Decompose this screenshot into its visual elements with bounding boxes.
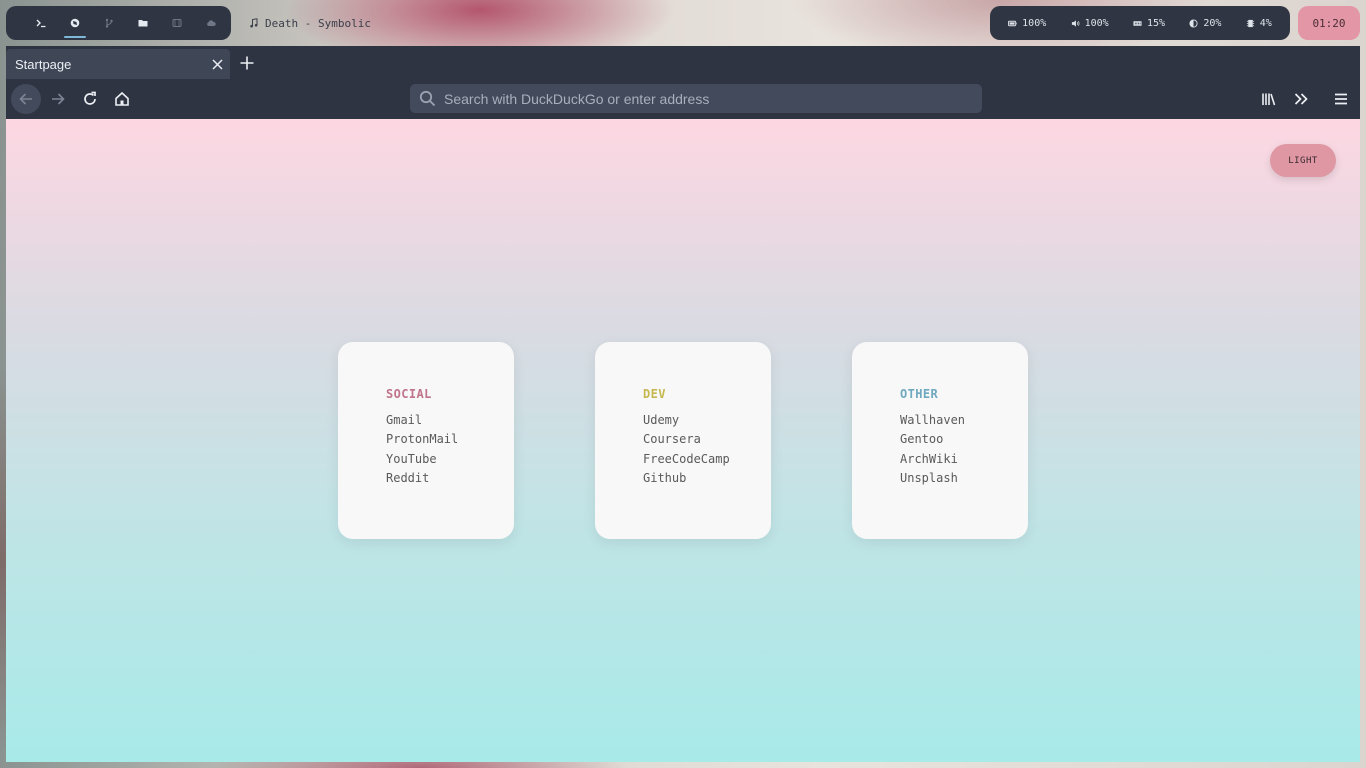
clock[interactable]: 01:20 [1298,6,1360,40]
chevron-double-right-icon [1294,93,1308,105]
startpage: LIGHT SOCIAL Gmail ProtonMail YouTube Re… [6,119,1360,762]
close-icon [211,58,223,70]
battery-value: 100% [1022,17,1047,29]
film-icon [172,19,182,27]
workspace-bar [6,6,231,40]
memory-status[interactable]: 15% [1133,18,1165,29]
workspace-browser[interactable] [58,6,92,40]
arrow-left-icon [19,93,32,105]
now-playing: Death - Symbolic [250,6,371,40]
memory-icon [1133,20,1142,26]
card-social: SOCIAL Gmail ProtonMail YouTube Reddit [338,342,514,539]
tab-title: Startpage [15,56,72,72]
cpu-icon [1246,19,1254,27]
terminal-icon [36,19,46,28]
brightness-status[interactable]: 20% [1189,18,1221,29]
git-branch-icon [105,18,113,28]
library-icon [1262,93,1276,106]
link-coursera[interactable]: Coursera [643,430,771,449]
link-archwiki[interactable]: ArchWiki [900,450,1028,469]
brightness-value: 20% [1203,17,1222,29]
link-gentoo[interactable]: Gentoo [900,430,1028,449]
card-title: OTHER [900,387,939,401]
url-input[interactable] [444,90,964,107]
card-title: DEV [643,387,666,401]
battery-icon [1008,20,1017,26]
volume-value: 100% [1084,17,1109,29]
link-gmail[interactable]: Gmail [386,411,514,430]
search-icon [419,90,436,107]
workspace-terminal[interactable] [24,6,58,40]
link-wallhaven[interactable]: Wallhaven [900,411,1028,430]
cloud-icon [207,20,216,26]
link-unsplash[interactable]: Unsplash [900,469,1028,488]
link-udemy[interactable]: Udemy [643,411,771,430]
home-icon [115,91,129,106]
tab-strip: Startpage [6,46,1360,79]
card-title: SOCIAL [386,387,432,401]
plus-icon [240,56,254,70]
card-other: OTHER Wallhaven Gentoo ArchWiki Unsplash [852,342,1028,539]
music-note-icon [250,18,258,28]
now-playing-text: Death - Symbolic [265,16,371,30]
link-youtube[interactable]: YouTube [386,450,514,469]
volume-icon [1071,19,1080,27]
brightness-icon [1189,18,1198,28]
back-button[interactable] [11,84,41,114]
link-freecodecamp[interactable]: FreeCodeCamp [643,450,771,469]
cpu-status[interactable]: 4% [1246,18,1272,29]
app-menu-button[interactable] [1326,84,1356,114]
tab-startpage[interactable]: Startpage [6,49,230,79]
tab-close-button[interactable] [208,55,226,73]
hamburger-menu-icon [1335,93,1347,105]
arrow-right-icon [52,93,65,105]
volume-status[interactable]: 100% [1071,18,1109,29]
forward-button[interactable] [43,84,73,114]
workspace-git[interactable] [92,6,126,40]
browser-icon [70,18,80,28]
battery-status[interactable]: 100% [1008,18,1046,29]
link-protonmail[interactable]: ProtonMail [386,430,514,449]
memory-value: 15% [1147,17,1166,29]
status-bar: 100% 100% 15% 20% 4% [990,6,1290,40]
workspace-media[interactable] [160,6,194,40]
theme-toggle-button[interactable]: LIGHT [1270,144,1336,177]
folder-icon [138,20,148,27]
workspace-cloud[interactable] [194,6,228,40]
link-reddit[interactable]: Reddit [386,469,514,488]
workspace-files[interactable] [126,6,160,40]
home-button[interactable] [107,84,137,114]
overflow-menu-button[interactable] [1286,84,1316,114]
cpu-value: 4% [1259,17,1272,29]
url-bar[interactable] [410,84,982,113]
new-tab-button[interactable] [237,53,257,73]
reload-button[interactable] [75,84,105,114]
reload-icon [84,91,96,105]
nav-toolbar [6,79,1360,119]
browser-window: Startpage Search with DuckDuckGo or ente… [6,46,1360,762]
card-dev: DEV Udemy Coursera FreeCodeCamp Github [595,342,771,539]
link-github[interactable]: Github [643,469,771,488]
library-button[interactable] [1254,84,1284,114]
